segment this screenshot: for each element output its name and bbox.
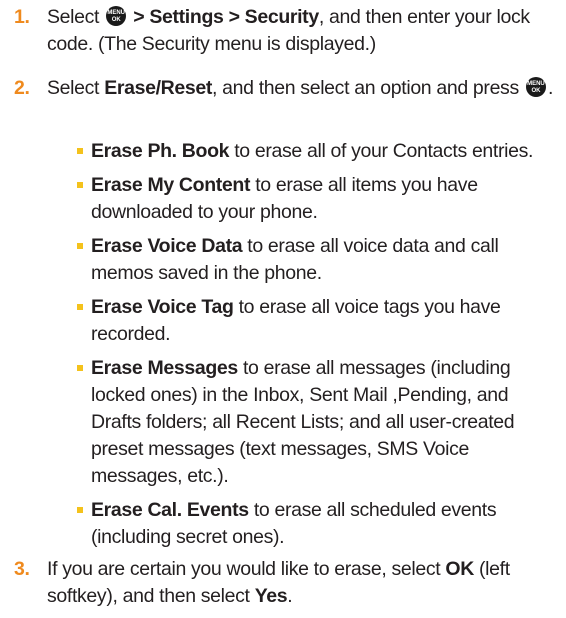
option-name: Erase/Reset — [104, 77, 212, 99]
instruction-page: 1. Select MENU OK > Settings > Security, … — [0, 0, 566, 618]
bullet-icon — [77, 243, 83, 249]
list-item: Erase My Content to erase all items you … — [77, 172, 560, 226]
step-1: 1. Select MENU OK > Settings > Security, … — [14, 4, 560, 58]
step-text: Select Erase/Reset, and then select an o… — [47, 77, 554, 99]
step-number: 3. — [14, 558, 30, 580]
list-item: Erase Ph. Book to erase all of your Cont… — [77, 138, 560, 165]
step-number: 1. — [14, 6, 30, 28]
step-3: 3. If you are certain you would like to … — [14, 556, 560, 610]
menu-ok-key-icon: MENU OK — [106, 6, 127, 26]
yes-option: Yes — [254, 585, 288, 607]
bullet-icon — [77, 507, 83, 513]
bullet-icon — [77, 148, 83, 154]
menu-path: > Settings > Security — [133, 6, 319, 28]
step-2: 2. Select Erase/Reset, and then select a… — [14, 75, 560, 102]
menu-ok-key-icon: MENU OK — [525, 77, 546, 97]
option-list: Erase Ph. Book to erase all of your Cont… — [77, 138, 560, 551]
list-item: Erase Messages to erase all messages (in… — [77, 355, 560, 490]
bullet-icon — [77, 182, 83, 188]
bullet-icon — [77, 304, 83, 310]
list-item: Erase Voice Data to erase all voice data… — [77, 233, 560, 287]
bullet-icon — [77, 365, 83, 371]
ok-softkey: OK — [445, 558, 474, 580]
step-number: 2. — [14, 77, 30, 99]
step-text: If you are certain you would like to era… — [47, 558, 510, 607]
list-item: Erase Cal. Events to erase all scheduled… — [77, 497, 560, 551]
step-text: Select MENU OK > Settings > Security, and… — [47, 6, 530, 55]
list-item: Erase Voice Tag to erase all voice tags … — [77, 294, 560, 348]
